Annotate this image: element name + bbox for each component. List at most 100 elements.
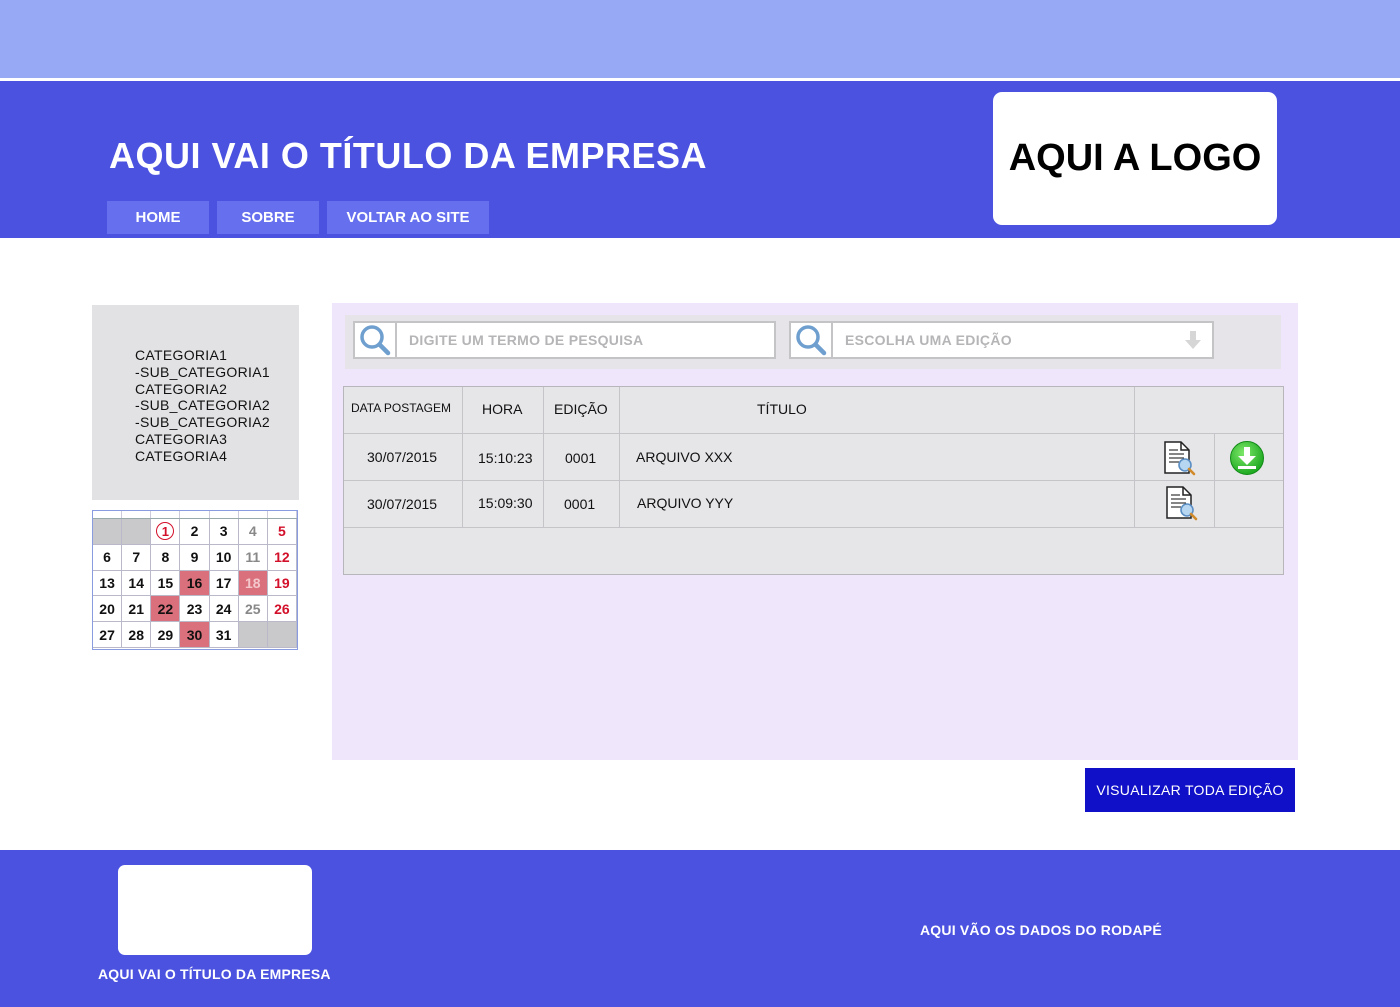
search-icon[interactable] [791, 323, 833, 357]
search-input[interactable]: DIGITE UM TERMO DE PESQUISA [353, 321, 776, 359]
calendar-day[interactable]: 13 [93, 570, 123, 596]
calendar-weekday-header [93, 511, 297, 519]
calendar-day[interactable]: 12 [268, 544, 297, 570]
calendar-day[interactable]: 6 [93, 544, 123, 570]
calendar-day[interactable]: 1 [151, 519, 181, 544]
calendar-day[interactable]: 17 [210, 570, 239, 596]
calendar-day[interactable]: 5 [268, 519, 297, 544]
calendar-day[interactable]: 18 [238, 570, 268, 596]
header-title: TÍTULO [757, 401, 807, 417]
search-bar: DIGITE UM TERMO DE PESQUISA ESCOLHA UMA … [345, 315, 1281, 369]
document-preview-icon[interactable] [1162, 440, 1196, 476]
search-placeholder: DIGITE UM TERMO DE PESQUISA [409, 332, 644, 348]
category-item[interactable]: CATEGORIA4 [135, 448, 299, 465]
calendar-day[interactable]: 20 [93, 596, 123, 622]
calendar-day[interactable]: 27 [93, 622, 123, 647]
weekday-label [93, 511, 123, 518]
header-time: HORA [482, 401, 523, 417]
calendar-day[interactable]: 11 [239, 544, 268, 570]
calendar-day[interactable]: 9 [180, 544, 210, 570]
logo-text: AQUI A LOGO [1008, 137, 1262, 179]
calendar-day[interactable]: 7 [122, 544, 152, 570]
content-panel: DIGITE UM TERMO DE PESQUISA ESCOLHA UMA … [332, 303, 1298, 760]
calendar-week-row: 13 14 15 16 17 18 19 [93, 570, 297, 597]
category-item[interactable]: CATEGORIA3 [135, 431, 299, 448]
nav-sobre-button[interactable]: SOBRE [217, 201, 319, 234]
column-divider [462, 387, 463, 528]
calendar-day[interactable]: 8 [151, 544, 181, 570]
calendar-day[interactable]: 21 [122, 596, 152, 622]
calendar-day[interactable]: 28 [122, 622, 152, 647]
page: AQUI VAI O TÍTULO DA EMPRESA HOME SOBRE … [0, 0, 1400, 1007]
subcategory-item[interactable]: -SUB_CATEGORIA1 [135, 364, 299, 381]
calendar-empty-cell [267, 622, 297, 647]
calendar-day[interactable]: 16 [180, 570, 210, 596]
document-preview-icon[interactable] [1164, 485, 1198, 521]
edition-select[interactable]: ESCOLHA UMA EDIÇÃO [789, 321, 1214, 359]
column-divider [619, 387, 620, 528]
weekday-label [268, 511, 297, 518]
calendar-day[interactable]: 22 [151, 596, 181, 622]
header: AQUI VAI O TÍTULO DA EMPRESA HOME SOBRE … [0, 81, 1400, 238]
category-item[interactable]: CATEGORIA2 [135, 381, 299, 398]
calendar-day[interactable]: 10 [210, 544, 239, 570]
row-divider [344, 480, 1283, 481]
cell-date: 30/07/2015 [367, 496, 438, 512]
cell-edition: 0001 [564, 496, 596, 512]
calendar-empty-cell [238, 622, 268, 647]
calendar-footer [93, 648, 297, 651]
calendar-day[interactable]: 26 [268, 596, 297, 622]
calendar-grid: 1 2 3 4 5 6 7 8 9 10 11 12 13 14 15 16 17 18 19 20 21 22 23 24 2… [93, 519, 297, 648]
calendar-day[interactable]: 4 [239, 519, 268, 544]
column-divider [543, 387, 544, 528]
cell-title: ARQUIVO YYY [637, 495, 734, 511]
calendar-day[interactable]: 3 [210, 519, 239, 544]
subcategory-item[interactable]: -SUB_CATEGORIA2 [135, 414, 299, 431]
nav-home-button[interactable]: HOME [107, 201, 209, 234]
calendar-day[interactable]: 24 [210, 596, 239, 622]
header-date: DATA POSTAGEM [351, 401, 452, 415]
row-divider [344, 527, 1283, 528]
calendar-day[interactable]: 29 [151, 622, 181, 647]
calendar-day[interactable]: 30 [180, 622, 210, 647]
calendar-week-row: 27 28 29 30 31 [93, 622, 297, 648]
row-divider [344, 433, 1283, 434]
files-table: DATA POSTAGEM HORA EDIÇÃO TÍTULO 30/07/2… [343, 386, 1284, 575]
category-item[interactable]: CATEGORIA1 [135, 347, 299, 364]
column-divider [1134, 387, 1135, 528]
top-strip [0, 0, 1400, 78]
calendar-day[interactable]: 2 [180, 519, 210, 544]
calendar-empty-cell [93, 519, 123, 544]
download-icon[interactable] [1229, 440, 1265, 476]
calendar-day[interactable]: 25 [239, 596, 268, 622]
weekday-label [151, 511, 181, 518]
cell-time: 15:09:30 [478, 495, 533, 511]
footer-company-title: AQUI VAI O TÍTULO DA EMPRESA [98, 966, 331, 982]
calendar-day[interactable]: 15 [151, 570, 181, 596]
cell-time: 15:10:23 [478, 450, 533, 466]
calendar-day-marker: 1 [156, 522, 175, 541]
calendar-day[interactable]: 23 [180, 596, 210, 622]
weekday-label [180, 511, 210, 518]
cell-date: 30/07/2015 [367, 449, 438, 465]
edition-placeholder: ESCOLHA UMA EDIÇÃO [845, 332, 1012, 348]
nav-voltar-ao-site-button[interactable]: VOLTAR AO SITE [327, 201, 489, 234]
weekday-label [210, 511, 239, 518]
header-edition: EDIÇÃO [554, 401, 608, 417]
calendar-empty-cell [122, 519, 152, 544]
footer-data-text: AQUI VÃO OS DADOS DO RODAPÉ [920, 922, 1162, 938]
subcategory-item[interactable]: -SUB_CATEGORIA2 [135, 397, 299, 414]
calendar-week-row: 6 7 8 9 10 11 12 [93, 544, 297, 571]
calendar-day[interactable]: 31 [210, 622, 239, 647]
calendar-day[interactable]: 19 [268, 570, 297, 596]
footer: AQUI VAI O TÍTULO DA EMPRESA AQUI VÃO OS… [0, 850, 1400, 1007]
view-all-edition-button[interactable]: VISUALIZAR TODA EDIÇÃO [1085, 768, 1295, 812]
weekday-label [239, 511, 268, 518]
search-icon[interactable] [355, 323, 397, 357]
footer-logo-box [118, 865, 312, 955]
column-divider [1214, 433, 1215, 528]
calendar-day[interactable]: 14 [122, 570, 152, 596]
dropdown-arrow-icon[interactable] [1184, 330, 1202, 350]
cell-title: ARQUIVO XXX [636, 449, 733, 465]
cell-edition: 0001 [565, 450, 597, 466]
